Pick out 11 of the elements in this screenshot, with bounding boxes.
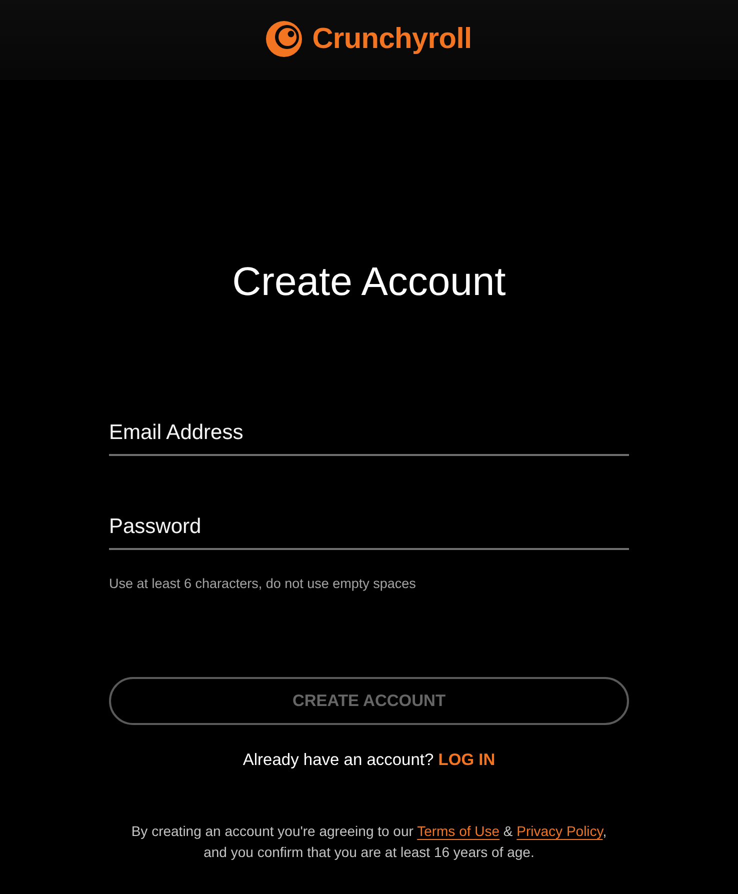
password-hint: Use at least 6 characters, do not use empty spaces [109,575,417,593]
input-field[interactable]: Password [109,503,629,550]
legal-notice: By creating an account you're agreeing to our Terms of Use & Privacy Policy, and you confirm that you are at least 16 years of age. [131,822,607,862]
page-title: Create Account [232,259,506,306]
brand-name[interactable]: Crunchyroll [312,24,472,54]
legal-link[interactable]: Privacy Policy [516,823,603,839]
login-link[interactable]: LOG IN [438,751,496,769]
input-field[interactable]: Email Address [109,409,629,456]
logo-icon [266,21,302,57]
login-prompt: Already have an account? LOG IN [242,750,496,771]
legal-link[interactable]: Terms of Use [417,823,500,839]
